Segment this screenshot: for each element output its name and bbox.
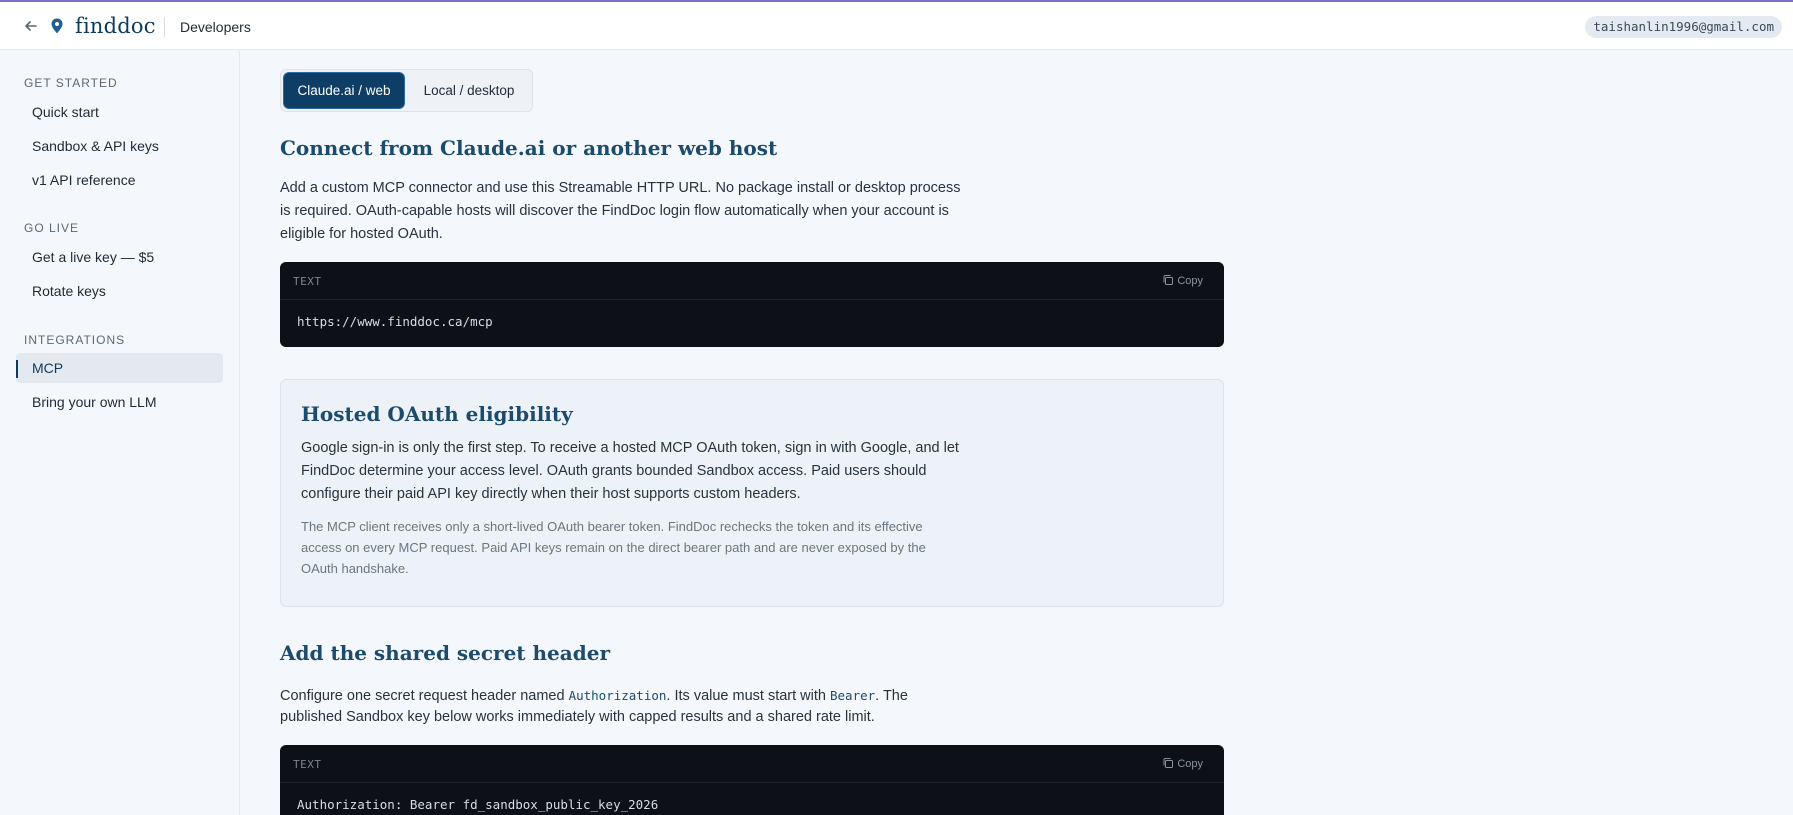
code-header-divider <box>280 299 1224 300</box>
sidebar-item-bring-your-own-llm[interactable]: Bring your own LLM <box>16 387 223 417</box>
code-auth-header[interactable]: Authorization: Bearer fd_sandbox_public_… <box>297 797 658 812</box>
code-language-label: TEXT <box>293 275 322 288</box>
shared-secret-description-line-1: Configure one secret request header name… <box>280 684 908 708</box>
shared-secret-description-line-2: published Sandbox key below works immedi… <box>280 709 875 725</box>
callout-text-line-2: FindDoc determine your access level. OAu… <box>301 463 927 479</box>
code-header-divider <box>280 782 1224 783</box>
code-mcp-url[interactable]: https://www.finddoc.ca/mcp <box>297 314 493 329</box>
code-block-auth-header: TEXT Copy Authorization: Bearer fd_sandb… <box>280 745 1224 815</box>
callout-note-line-2: access on every MCP request. Paid API ke… <box>301 540 926 555</box>
section-title-get-started: GET STARTED <box>24 76 118 90</box>
oauth-eligibility-callout: Hosted OAuth eligibility Google sign-in … <box>280 379 1224 607</box>
copy-label: Copy <box>1177 758 1203 770</box>
inline-code-authorization: Authorization <box>568 688 667 703</box>
connect-description-line-1: Add a custom MCP connector and use this … <box>280 180 961 196</box>
back-arrow-icon[interactable] <box>22 17 40 35</box>
copy-button[interactable]: Copy <box>1162 274 1203 287</box>
inline-code-bearer: Bearer <box>830 688 876 703</box>
connect-description-line-3: eligible for hosted OAuth. <box>280 226 443 242</box>
tab-claude-web[interactable]: Claude.ai / web <box>284 73 404 108</box>
section-title-go-live: GO LIVE <box>24 221 80 235</box>
copy-icon <box>1163 758 1174 768</box>
sidebar-item-v1-api-reference[interactable]: v1 API reference <box>16 165 223 195</box>
location-pin-icon <box>49 17 65 35</box>
text-segment: . The <box>875 688 908 704</box>
breadcrumb-developers[interactable]: Developers <box>180 19 251 35</box>
callout-heading: Hosted OAuth eligibility <box>301 402 573 426</box>
section-title-integrations: INTEGRATIONS <box>24 333 126 347</box>
callout-text-line-3: configure their paid API key directly wh… <box>301 486 801 502</box>
sidebar-item-get-live-key[interactable]: Get a live key — $5 <box>16 242 223 272</box>
callout-note-line-3: OAuth handshake. <box>301 561 409 576</box>
callout-note-line-1: The MCP client receives only a short-liv… <box>301 519 923 534</box>
section-heading-connect: Connect from Claude.ai or another web ho… <box>280 136 778 160</box>
sidebar-item-mcp[interactable]: MCP <box>16 353 223 383</box>
user-email-chip[interactable]: taishanlin1996@gmail.com <box>1585 16 1782 38</box>
sidebar-item-sandbox-api-keys[interactable]: Sandbox & API keys <box>16 131 223 161</box>
copy-label: Copy <box>1177 275 1203 287</box>
tab-local-desktop[interactable]: Local / desktop <box>409 73 529 108</box>
sidebar: GET STARTED Quick start Sandbox & API ke… <box>0 51 240 815</box>
text-segment: . Its value must start with <box>666 688 830 704</box>
sidebar-item-rotate-keys[interactable]: Rotate keys <box>16 276 223 306</box>
brand-logo-text[interactable]: finddoc <box>75 14 156 38</box>
code-block-mcp-url: TEXT Copy https://www.finddoc.ca/mcp <box>280 262 1224 347</box>
section-heading-shared-secret: Add the shared secret header <box>280 641 610 665</box>
copy-icon <box>1163 275 1174 285</box>
code-language-label: TEXT <box>293 758 322 771</box>
top-bar: finddoc Developers taishanlin1996@gmail.… <box>0 2 1793 50</box>
main-content: Claude.ai / web Local / desktop Connect … <box>241 51 1793 815</box>
copy-button[interactable]: Copy <box>1162 757 1203 770</box>
host-tabs: Claude.ai / web Local / desktop <box>280 69 533 112</box>
header-divider <box>164 17 165 37</box>
callout-text-line-1: Google sign-in is only the first step. T… <box>301 440 959 456</box>
text-segment: Configure one secret request header name… <box>280 688 569 704</box>
sidebar-item-quick-start[interactable]: Quick start <box>16 97 223 127</box>
connect-description-line-2: is required. OAuth-capable hosts will di… <box>280 203 949 219</box>
